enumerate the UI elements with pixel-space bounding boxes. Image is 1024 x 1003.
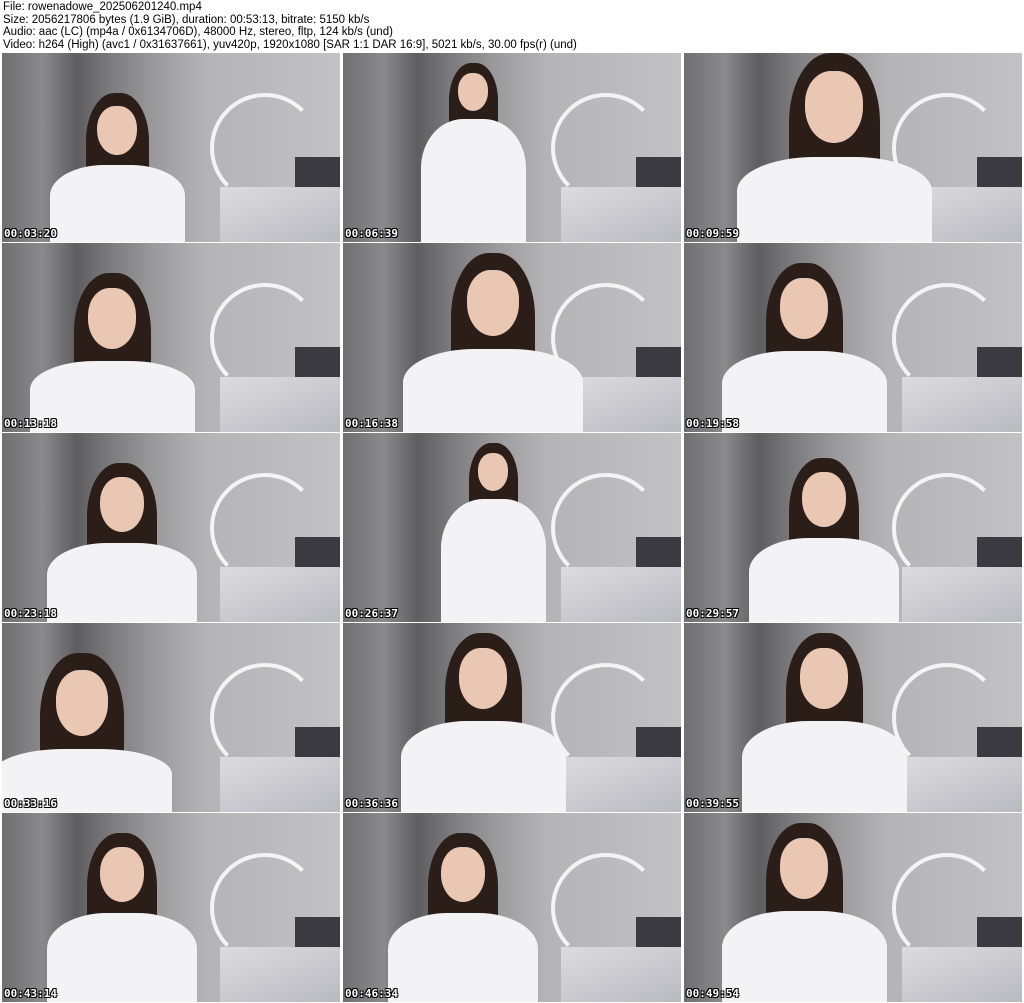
person-shirt xyxy=(721,351,887,432)
timestamp: 00:46:34 xyxy=(345,987,398,1000)
person-face xyxy=(779,838,829,899)
person-shirt xyxy=(388,913,538,1002)
thumbnail-grid: 00:03:20 00:06:39 00:09:59 00:13:18 00:16:38… xyxy=(2,53,1022,1002)
person-shirt xyxy=(741,721,907,812)
bed xyxy=(902,757,1022,812)
video-thumbnail: 00:46:34 xyxy=(343,813,681,1002)
bed xyxy=(220,757,340,812)
bed xyxy=(220,187,340,242)
person-shirt xyxy=(736,157,932,242)
timestamp: 00:26:37 xyxy=(345,607,398,620)
video-thumbnail: 00:43:14 xyxy=(2,813,340,1002)
timestamp: 00:13:18 xyxy=(4,417,57,430)
video-thumbnail: 00:49:54 xyxy=(684,813,1022,1002)
person-face xyxy=(100,477,144,532)
bed xyxy=(561,567,681,622)
person-face xyxy=(779,278,829,339)
timestamp: 00:23:18 xyxy=(4,607,57,620)
person-face xyxy=(55,669,109,736)
person-shirt xyxy=(49,165,185,242)
video-thumbnail: 00:39:55 xyxy=(684,623,1022,812)
video-thumbnail: 00:36:36 xyxy=(343,623,681,812)
timestamp: 00:49:54 xyxy=(686,987,739,1000)
person-shirt xyxy=(47,543,197,622)
video-thumbnail: 00:26:37 xyxy=(343,433,681,622)
person-shirt xyxy=(440,499,546,622)
timestamp: 00:39:55 xyxy=(686,797,739,810)
bed xyxy=(902,567,1022,622)
file-name: File: rowenadowe_202506201240.mp4 xyxy=(3,1,202,13)
bed xyxy=(902,947,1022,1002)
timestamp: 00:09:59 xyxy=(686,227,739,240)
timestamp: 00:29:57 xyxy=(686,607,739,620)
video-thumbnail: 00:29:57 xyxy=(684,433,1022,622)
video-thumbnail: 00:16:38 xyxy=(343,243,681,432)
timestamp: 00:06:39 xyxy=(345,227,398,240)
file-size-info: Size: 2056217806 bytes (1.9 GiB), durati… xyxy=(3,13,370,26)
timestamp: 00:43:14 xyxy=(4,987,57,1000)
video-info: Video: h264 (High) (avc1 / 0x31637661), … xyxy=(3,38,577,51)
person-face xyxy=(466,269,520,336)
audio-info: Audio: aac (LC) (mp4a / 0x6134706D), 480… xyxy=(3,26,393,38)
timestamp: 00:19:58 xyxy=(686,417,739,430)
file-info-header: File: rowenadowe_202506201240.mp4 Size: … xyxy=(3,1,1021,51)
bed xyxy=(561,187,681,242)
person-face xyxy=(100,847,144,902)
bed xyxy=(561,757,681,812)
person-shirt xyxy=(403,349,583,432)
video-thumbnail: 00:09:59 xyxy=(684,53,1022,242)
bed xyxy=(561,947,681,1002)
bed xyxy=(220,377,340,432)
person-shirt xyxy=(721,911,887,1002)
person-face xyxy=(458,648,508,709)
timestamp: 00:33:16 xyxy=(4,797,57,810)
person-face xyxy=(799,648,849,709)
video-thumbnail: 00:06:39 xyxy=(343,53,681,242)
person-face xyxy=(441,847,485,902)
person-face xyxy=(805,71,863,143)
person-face xyxy=(97,105,137,156)
person-shirt xyxy=(749,538,899,622)
person-shirt xyxy=(420,119,526,242)
video-thumbnail: 00:19:58 xyxy=(684,243,1022,432)
video-thumbnail: 00:03:20 xyxy=(2,53,340,242)
person-face xyxy=(87,288,137,349)
video-thumbnail: 00:23:18 xyxy=(2,433,340,622)
timestamp: 00:16:38 xyxy=(345,417,398,430)
person-shirt xyxy=(400,721,566,812)
timestamp: 00:36:36 xyxy=(345,797,398,810)
person-shirt xyxy=(47,913,197,1002)
bed xyxy=(220,947,340,1002)
bed xyxy=(902,377,1022,432)
bed xyxy=(220,567,340,622)
person-face xyxy=(802,472,846,527)
timestamp: 00:03:20 xyxy=(4,227,57,240)
video-thumbnail: 00:33:16 xyxy=(2,623,340,812)
video-thumbnail: 00:13:18 xyxy=(2,243,340,432)
